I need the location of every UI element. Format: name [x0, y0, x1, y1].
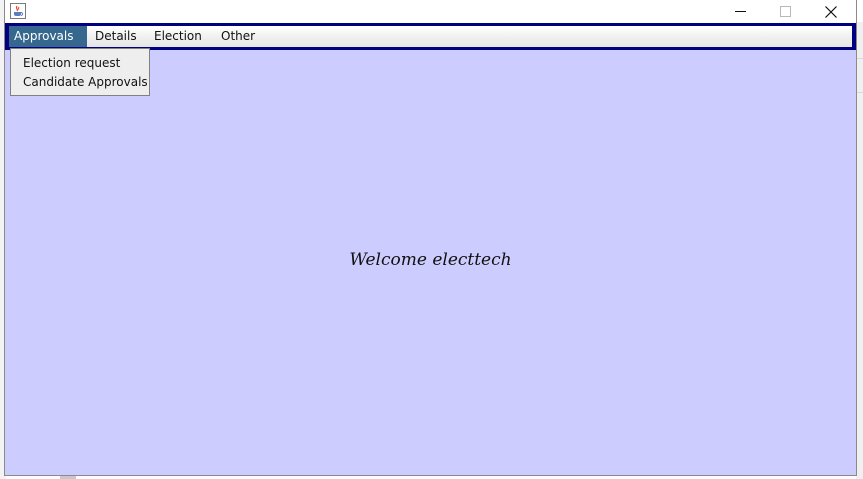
- menu-bar: Approvals Details Election Other: [5, 23, 856, 50]
- welcome-message: Welcome electtech: [349, 250, 512, 270]
- menu-election[interactable]: Election: [146, 26, 210, 47]
- title-bar[interactable]: [5, 0, 856, 23]
- close-button[interactable]: [808, 0, 853, 23]
- background-divider: [856, 58, 863, 59]
- approvals-dropdown-menu: Election request Candidate Approvals: [10, 48, 150, 96]
- close-icon: [824, 5, 837, 18]
- menu-other[interactable]: Other: [213, 26, 263, 47]
- app-window: Approvals Details Election Other Welcome…: [5, 0, 856, 475]
- menu-details[interactable]: Details: [87, 26, 145, 47]
- java-cup-icon: [10, 3, 26, 19]
- minimize-icon: [735, 11, 746, 12]
- main-panel: Welcome electtech: [5, 50, 856, 475]
- background-window-right: [856, 22, 863, 479]
- background-divider: [856, 92, 863, 93]
- menu-approvals[interactable]: Approvals: [9, 26, 87, 47]
- menu-bar-inner: Approvals Details Election Other: [9, 26, 852, 47]
- menu-item-election-request[interactable]: Election request: [11, 54, 149, 73]
- minimize-button[interactable]: [718, 0, 763, 23]
- maximize-button[interactable]: [763, 0, 808, 23]
- menu-item-candidate-approvals[interactable]: Candidate Approvals: [11, 73, 149, 92]
- maximize-icon: [780, 6, 791, 17]
